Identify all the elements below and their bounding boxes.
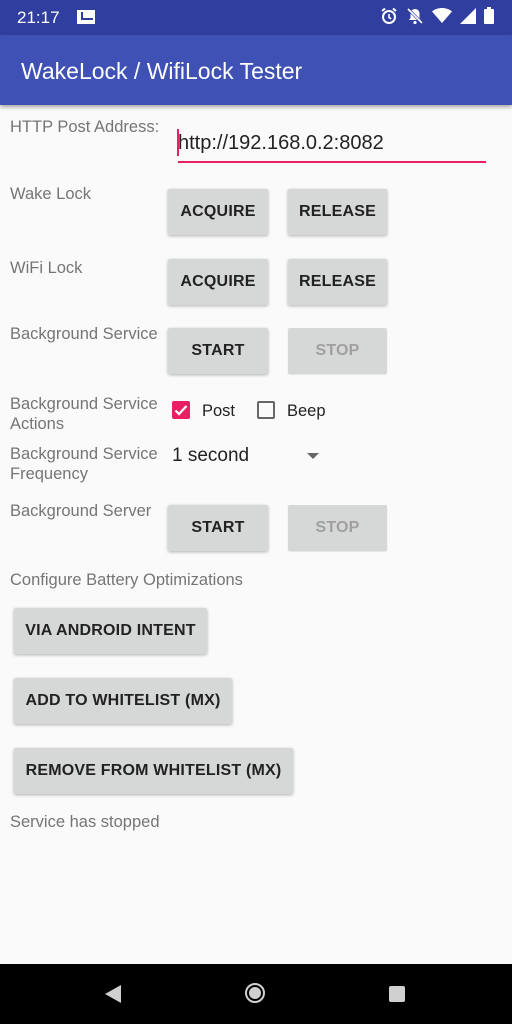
battery-optimizations-label: Configure Battery Optimizations bbox=[10, 571, 243, 589]
recent-apps-icon[interactable] bbox=[389, 986, 405, 1002]
background-service-start-button[interactable]: START bbox=[168, 328, 268, 374]
wifi-icon bbox=[432, 7, 452, 29]
back-icon[interactable] bbox=[105, 985, 121, 1003]
gmail-icon bbox=[77, 10, 95, 24]
wifi-lock-label: WiFi Lock bbox=[10, 259, 83, 277]
background-service-frequency-label: Background Service Frequency bbox=[10, 445, 158, 483]
background-service-stop-button[interactable]: STOP bbox=[288, 328, 387, 374]
frequency-selected-value: 1 second bbox=[172, 445, 250, 466]
http-post-label: HTTP Post Address: bbox=[10, 118, 160, 136]
alarm-icon bbox=[380, 7, 398, 30]
status-icons bbox=[380, 7, 494, 30]
background-service-label: Background Service bbox=[10, 325, 158, 343]
app-title: WakeLock / WifiLock Tester bbox=[21, 58, 303, 84]
signal-icon bbox=[460, 7, 476, 29]
text-cursor bbox=[177, 129, 179, 156]
wifi-lock-release-button[interactable]: RELEASE bbox=[288, 259, 387, 305]
wake-lock-acquire-button[interactable]: ACQUIRE bbox=[168, 189, 268, 235]
status-bar: 21:17 bbox=[0, 0, 512, 35]
status-time: 21:17 bbox=[17, 8, 60, 27]
wake-lock-label: Wake Lock bbox=[10, 185, 92, 203]
via-android-intent-button[interactable]: VIA ANDROID INTENT bbox=[14, 608, 207, 654]
background-server-start-button[interactable]: START bbox=[168, 505, 268, 551]
post-checkbox[interactable] bbox=[172, 401, 190, 419]
wifi-lock-acquire-button[interactable]: ACQUIRE bbox=[168, 259, 268, 305]
remove-from-whitelist-button[interactable]: REMOVE FROM WHITELIST (MX) bbox=[14, 748, 293, 794]
service-status-text: Service has stopped bbox=[10, 813, 160, 831]
http-post-value: http://192.168.0.2:8082 bbox=[178, 132, 384, 154]
wake-lock-release-button[interactable]: RELEASE bbox=[288, 189, 387, 235]
background-service-actions-label: Background Service Actions bbox=[10, 395, 158, 433]
beep-checkbox[interactable] bbox=[257, 401, 275, 419]
background-server-label: Background Server bbox=[10, 502, 152, 520]
dropdown-arrow-icon bbox=[307, 453, 319, 459]
beep-checkbox-label: Beep bbox=[287, 402, 326, 420]
post-checkbox-label: Post bbox=[202, 402, 236, 420]
http-post-input[interactable]: http://192.168.0.2:8082 bbox=[177, 125, 486, 163]
app-bar: WakeLock / WifiLock Tester bbox=[0, 35, 512, 105]
background-server-stop-button[interactable]: STOP bbox=[288, 505, 387, 551]
notifications-off-icon bbox=[406, 7, 424, 30]
add-to-whitelist-button[interactable]: ADD TO WHITELIST (MX) bbox=[14, 678, 232, 724]
home-icon[interactable] bbox=[245, 983, 265, 1003]
check-icon bbox=[174, 405, 188, 416]
battery-icon bbox=[484, 7, 494, 29]
